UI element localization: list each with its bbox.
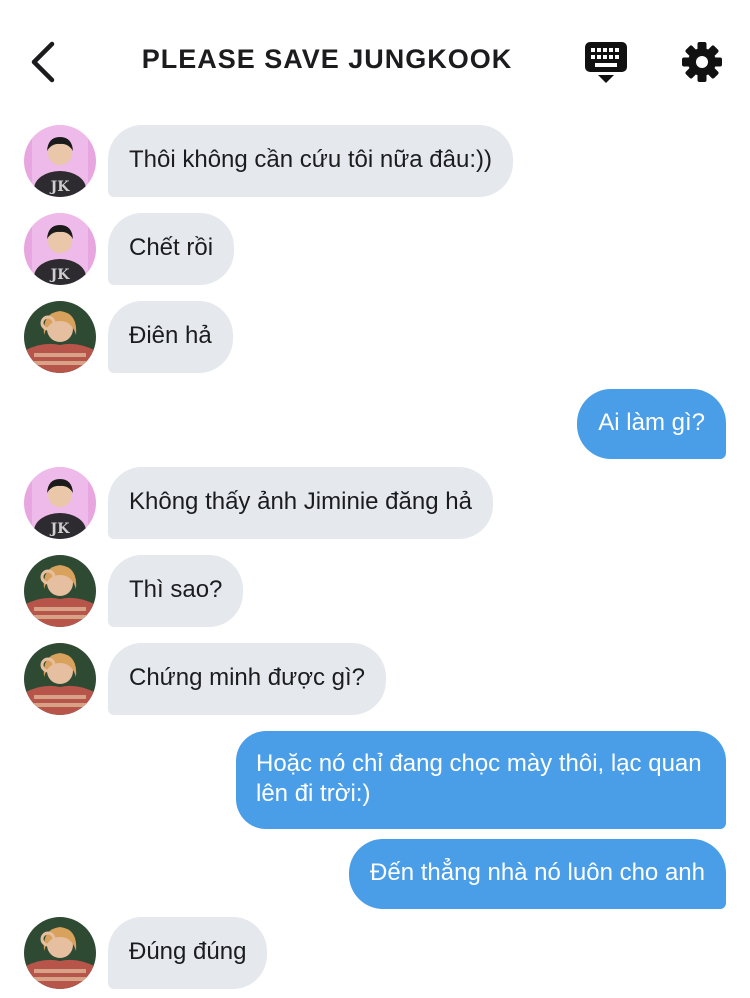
avatar-photo-pink-icon: JK: [24, 125, 96, 197]
avatar[interactable]: [24, 643, 96, 715]
avatar[interactable]: JK: [24, 213, 96, 285]
settings-button[interactable]: [680, 40, 724, 84]
message-row: Điên hả: [0, 301, 750, 373]
keyboard-button[interactable]: [582, 38, 630, 86]
avatar-photo-green-icon: [24, 301, 96, 373]
message-row: JK Không thấy ảnh Jiminie đăng hả: [0, 467, 750, 539]
incoming-message-bubble[interactable]: Chết rồi: [108, 213, 235, 285]
svg-text:JK: JK: [49, 521, 71, 537]
svg-text:JK: JK: [49, 267, 71, 283]
incoming-message-bubble[interactable]: Điên hả: [108, 301, 233, 373]
incoming-message-bubble[interactable]: Không thấy ảnh Jiminie đăng hả: [108, 467, 493, 539]
gear-icon: [682, 42, 722, 82]
message-row: Đúng đúng: [0, 917, 750, 989]
outgoing-message-bubble[interactable]: Ai làm gì?: [577, 389, 726, 459]
avatar[interactable]: JK: [24, 467, 96, 539]
message-row: Chứng minh được gì?: [0, 643, 750, 715]
incoming-message-bubble[interactable]: Chứng minh được gì?: [108, 643, 386, 715]
incoming-message-bubble[interactable]: Thôi không cần cứu tôi nữa đâu:)): [108, 125, 513, 197]
avatar[interactable]: [24, 555, 96, 627]
message-row: Hoặc nó chỉ đang chọc mày thôi, lạc quan…: [0, 731, 750, 829]
avatar[interactable]: [24, 301, 96, 373]
svg-text:JK: JK: [49, 179, 71, 195]
avatar-photo-green-icon: [24, 643, 96, 715]
avatar[interactable]: JK: [24, 125, 96, 197]
chat-title: PLEASE SAVE JUNGKOOK: [141, 44, 513, 74]
incoming-message-bubble[interactable]: Thì sao?: [108, 555, 244, 627]
avatar[interactable]: [24, 917, 96, 989]
message-row: JK Chết rồi: [0, 213, 750, 285]
keyboard-icon: [585, 42, 627, 83]
incoming-message-bubble[interactable]: Đúng đúng: [108, 917, 268, 989]
outgoing-message-bubble[interactable]: Đến thẳng nhà nó luôn cho anh: [349, 839, 726, 909]
avatar-photo-green-icon: [24, 555, 96, 627]
outgoing-message-bubble[interactable]: Hoặc nó chỉ đang chọc mày thôi, lạc quan…: [236, 731, 726, 829]
message-row: Đến thẳng nhà nó luôn cho anh: [0, 839, 750, 909]
chat-header: PLEASE SAVE JUNGKOOK: [0, 0, 750, 120]
message-row: Ai làm gì?: [0, 389, 750, 459]
avatar-photo-pink-icon: JK: [24, 213, 96, 285]
message-row: Thì sao?: [0, 555, 750, 627]
avatar-photo-pink-icon: JK: [24, 467, 96, 539]
message-row: JK Thôi không cần cứu tôi nữa đâu:)): [0, 125, 750, 197]
avatar-photo-green-icon: [24, 917, 96, 989]
